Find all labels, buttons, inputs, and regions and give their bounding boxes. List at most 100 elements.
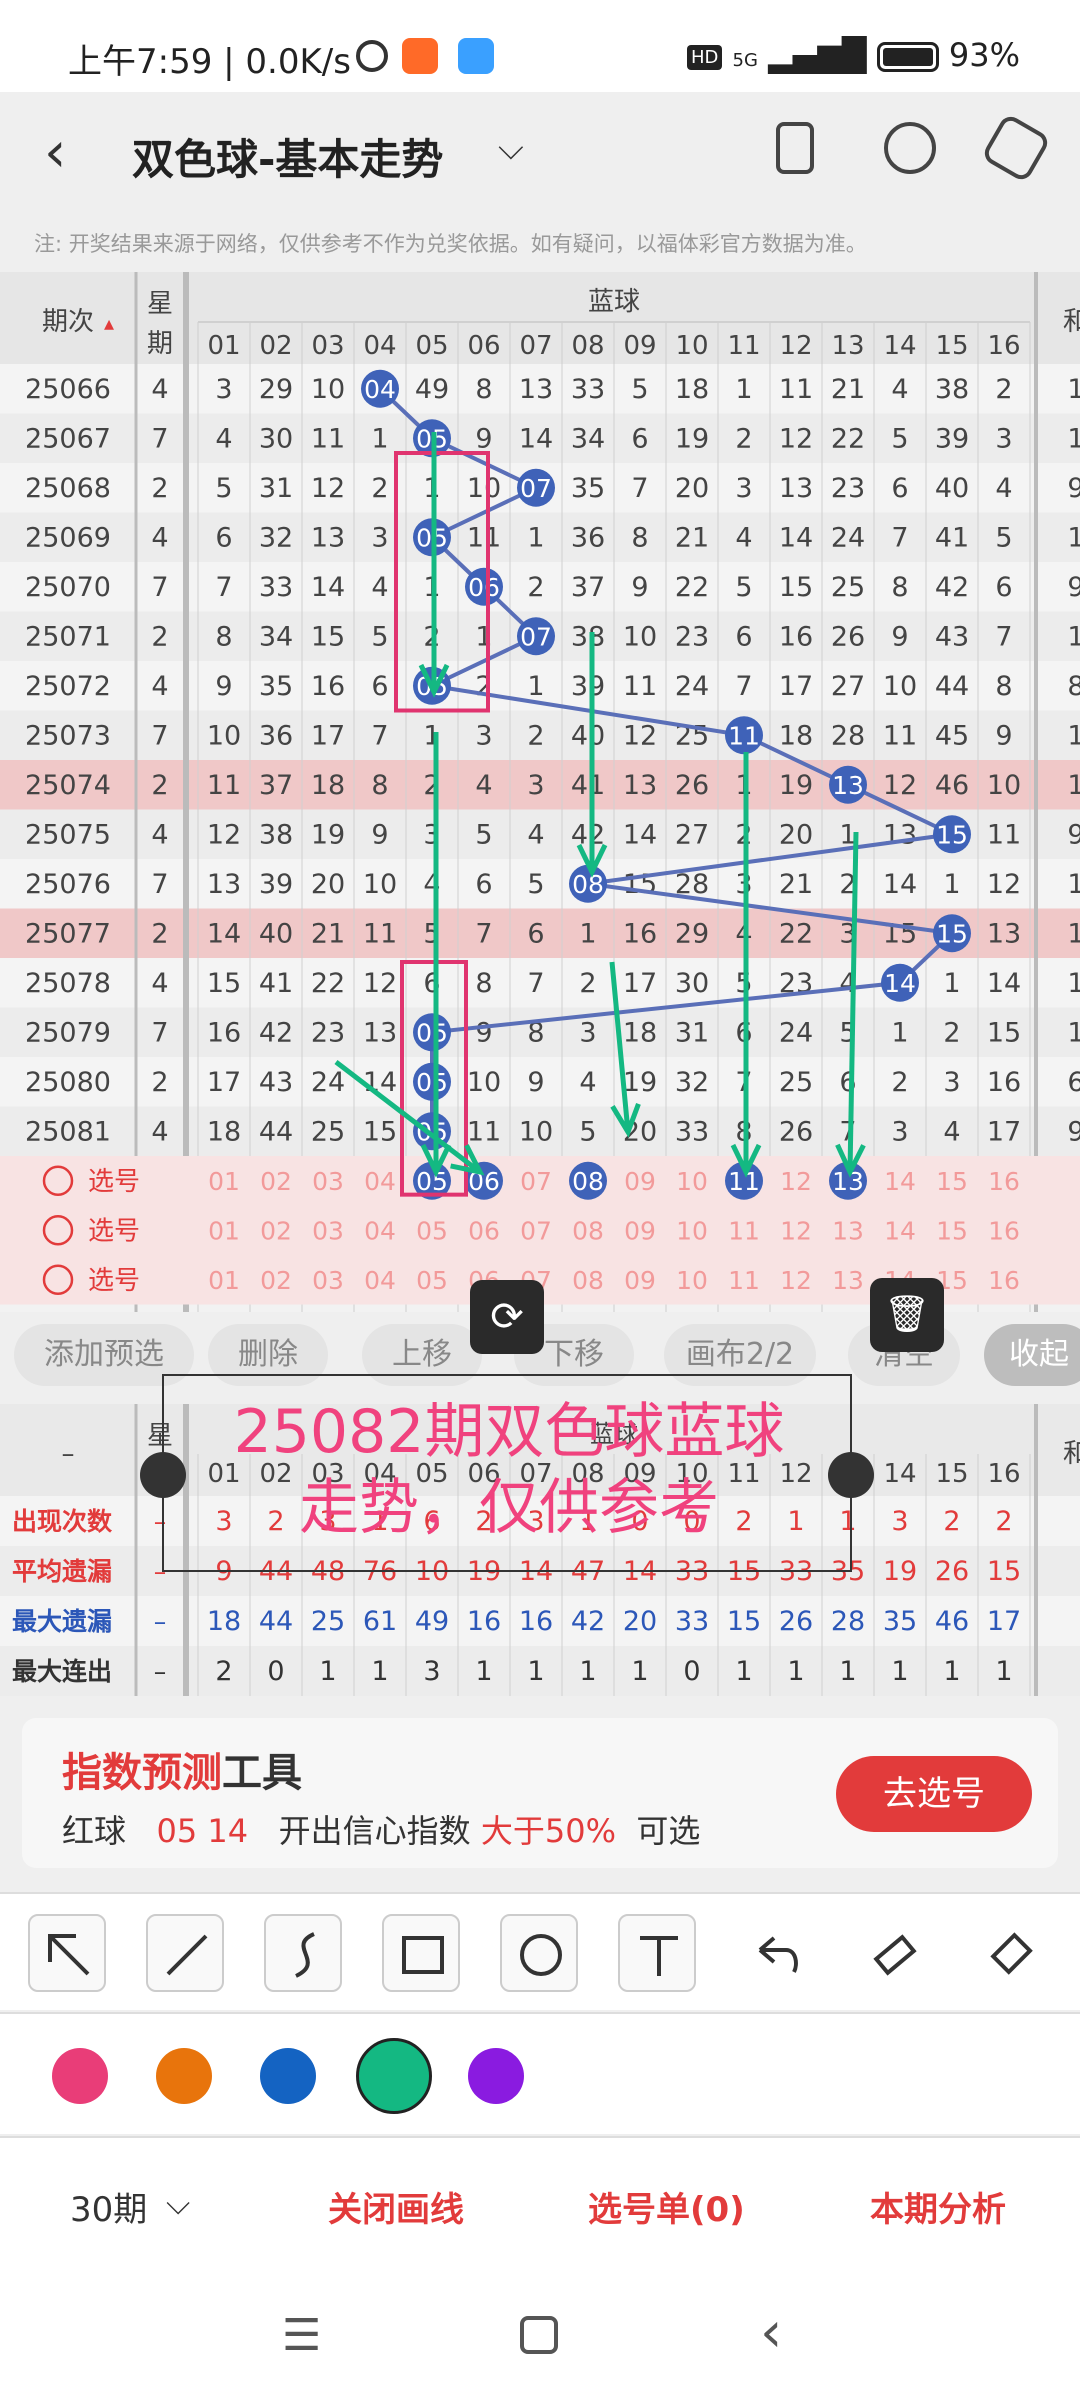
rectangle-tool-icon[interactable] (382, 1914, 460, 1992)
back-icon[interactable]: ‹ (44, 120, 66, 185)
status-time: 上午7:59 | 0.0K/s (68, 42, 351, 82)
cell-value: 7 (527, 968, 544, 999)
period-cell: 25079 (25, 1018, 111, 1049)
cell-value: 4 (891, 374, 908, 405)
select-number: 09 (624, 1266, 656, 1295)
cell-value: 42 (571, 820, 605, 851)
stats-label: 最大连出 (12, 1657, 112, 1686)
go-select-button[interactable]: 去选号 (836, 1756, 1032, 1832)
cell-value: 5 (735, 572, 752, 603)
back-nav-icon[interactable]: ‹ (760, 2300, 782, 2365)
cell-value: 17 (207, 1067, 241, 1098)
rotate-handle-icon[interactable]: ⟳ (470, 1280, 544, 1354)
cell-value: 29 (675, 919, 709, 950)
hit-ball-number: 11 (728, 721, 760, 750)
cell-value: 40 (571, 721, 605, 752)
stats-label: 出现次数 (12, 1507, 113, 1536)
section-header: 蓝球 (588, 287, 640, 317)
cell-value: 46 (935, 770, 969, 801)
chevron-down-icon[interactable]: ⌵ (498, 128, 524, 168)
cell-value: 30 (675, 968, 709, 999)
text-tool-icon[interactable] (618, 1914, 696, 1992)
color-orange-swatch[interactable] (156, 2048, 212, 2104)
cell-value: 3 (891, 1117, 908, 1148)
chevron-down-icon[interactable]: ⌵ (166, 2184, 190, 2223)
stats-value: 1 (319, 1656, 336, 1687)
arrow-tool-icon[interactable] (28, 1914, 106, 1992)
cell-value: 6 (475, 869, 492, 900)
trash-icon[interactable]: 🗑 (870, 1278, 944, 1352)
cell-value: 38 (571, 622, 605, 653)
phone-layout-icon[interactable] (776, 122, 814, 174)
cell-value: 27 (675, 820, 709, 851)
cell-value: 9 (527, 1067, 544, 1098)
cell-value: 2 (527, 572, 544, 603)
annotation-textbox[interactable]: 25082期双色球蓝球 走势，仅供参考 (140, 1374, 874, 1572)
settings-icon[interactable] (980, 112, 1052, 184)
stats-value: 1 (371, 1656, 388, 1687)
resize-handle-left[interactable] (140, 1452, 186, 1498)
cell-value: 8 (371, 770, 388, 801)
eraser-icon[interactable] (854, 1914, 932, 1992)
period-cell: 25066 (25, 374, 111, 405)
last-col-cell: 1 (1067, 721, 1080, 752)
cell-value: 11 (779, 374, 813, 405)
status-right: HD 5G ▂▄▆█ 93% (686, 36, 1020, 74)
resize-handle-right[interactable] (828, 1452, 874, 1498)
cell-value: 4 (475, 770, 492, 801)
cell-value: 6 (735, 622, 752, 653)
close-lines-button[interactable]: 关闭画线 (328, 2182, 464, 2231)
hit-ball-number: 07 (520, 474, 552, 503)
cell-value: 10 (623, 622, 657, 653)
color-pink-swatch[interactable] (52, 2048, 108, 2104)
cell-value: 7 (371, 721, 388, 752)
cell-value: 22 (831, 424, 865, 455)
stats-value: 0 (683, 1656, 700, 1687)
cell-value: 13 (883, 820, 917, 851)
stats-column-header: 15 (935, 1459, 968, 1489)
line-tool-icon[interactable] (146, 1914, 224, 1992)
cell-value: 25 (311, 1117, 345, 1148)
color-blue-swatch[interactable] (260, 2048, 316, 2104)
cell-value: 8 (475, 968, 492, 999)
last-col-cell: 1 (1067, 424, 1080, 455)
period-count-select[interactable]: 30期 (70, 2182, 147, 2231)
undo-icon[interactable] (736, 1914, 814, 1992)
period-cell: 25080 (25, 1067, 111, 1098)
color-green-swatch[interactable] (356, 2038, 432, 2114)
stats-value: 2 (995, 1506, 1012, 1537)
share-icon[interactable] (884, 122, 936, 174)
ticket-button[interactable]: 选号单(0) (588, 2182, 745, 2231)
circle-tool-icon[interactable] (500, 1914, 578, 1992)
menu-icon[interactable]: ☰ (282, 2310, 321, 2361)
cell-value: 19 (675, 424, 709, 455)
clear-brush-icon[interactable] (972, 1914, 1050, 1992)
select-number: 12 (780, 1266, 812, 1295)
select-number: 13 (832, 1217, 864, 1246)
column-header: 10 (675, 331, 708, 361)
home-icon[interactable] (520, 2316, 558, 2354)
disclaimer-notice: 注: 开奖结果来源于网络，仅供参考不作为兑奖依据。如有疑问，以福体彩官方数据为准… (34, 232, 867, 256)
weekday-cell: 2 (151, 473, 168, 504)
cell-value: 33 (259, 572, 293, 603)
analysis-button[interactable]: 本期分析 (870, 2182, 1006, 2231)
stats-value: 0 (267, 1656, 284, 1687)
select-number: 15 (936, 1217, 968, 1246)
cell-value: 5 (891, 424, 908, 455)
stats-value: 18 (207, 1606, 241, 1637)
cell-value: 14 (883, 869, 917, 900)
cell-value: 9 (475, 1018, 492, 1049)
cell-value: 19 (311, 820, 345, 851)
collapse-button[interactable]: 收起 (984, 1324, 1080, 1386)
cell-value: 12 (363, 968, 397, 999)
promo-title: 指数预测工具 (62, 1750, 302, 1796)
select-number: 16 (988, 1217, 1020, 1246)
color-palette (0, 2012, 1080, 2134)
color-purple-swatch[interactable] (468, 2048, 524, 2104)
stats-lead-cell: – (154, 1657, 167, 1686)
freehand-tool-icon[interactable] (264, 1914, 342, 1992)
status-bar: 上午7:59 | 0.0K/s HD 5G ▂▄▆█ 93% (0, 0, 1080, 92)
cell-value: 5 (631, 374, 648, 405)
cell-value: 40 (259, 919, 293, 950)
top-app-bar: ‹ 双色球-基本走势 ⌵ (0, 92, 1080, 210)
